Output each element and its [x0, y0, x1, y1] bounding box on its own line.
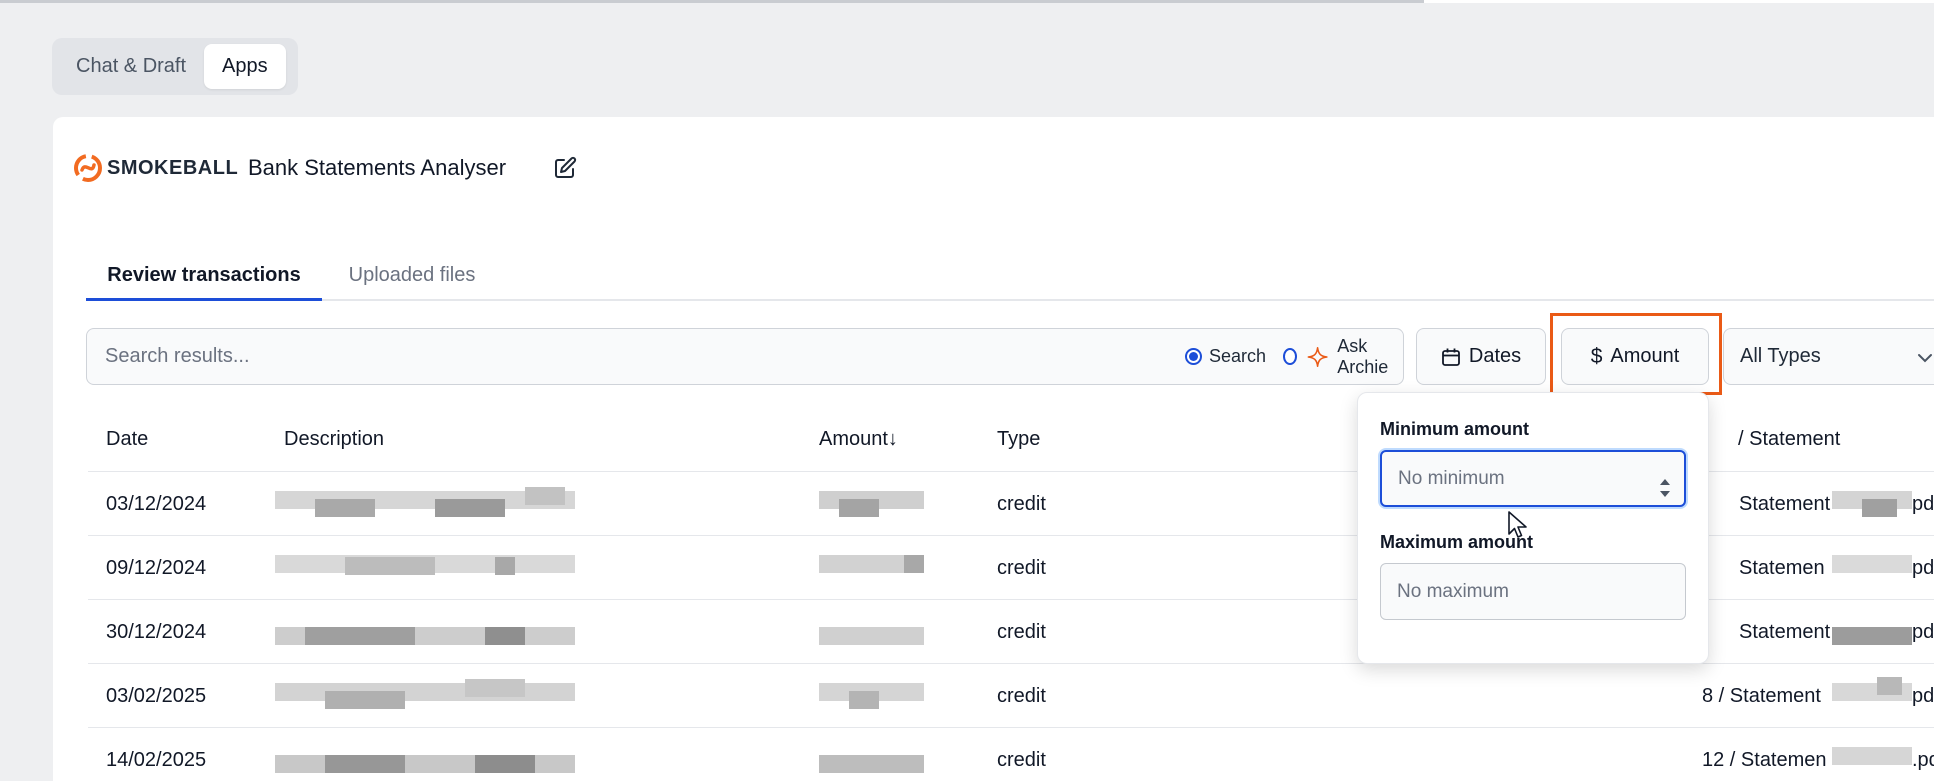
- header-type[interactable]: Type: [997, 407, 1040, 472]
- redacted-filename: [1832, 485, 1912, 523]
- redacted-filename: [1832, 549, 1912, 587]
- min-amount-label: Minimum amount: [1380, 419, 1529, 439]
- mouse-pointer-icon: [1508, 511, 1527, 538]
- redacted-description: [275, 485, 575, 523]
- search-mode-label: Search: [1209, 346, 1267, 366]
- redacted-filename: [1832, 677, 1912, 715]
- redacted-description: [275, 613, 575, 651]
- redacted-description: [275, 741, 575, 779]
- type-cell: credit: [997, 493, 1046, 515]
- statement-cell-suffix: pdf: [1912, 685, 1934, 707]
- redacted-amount: [819, 741, 924, 779]
- brand-wordmark: SMOKEBALL: [107, 156, 239, 179]
- ask-archie-label: Ask Archie: [1337, 335, 1389, 377]
- statement-cell-suffix: pdf: [1912, 621, 1934, 643]
- header-statement[interactable]: / Statement: [1738, 407, 1840, 472]
- date-cell: 09/12/2024: [106, 557, 207, 579]
- type-cell: credit: [997, 557, 1046, 579]
- redacted-description: [275, 677, 575, 715]
- calendar-icon: [1441, 348, 1460, 366]
- edit-icon[interactable]: [553, 156, 577, 180]
- tab-review-transactions[interactable]: Review transactions: [86, 253, 322, 301]
- redacted-filename: [1832, 741, 1912, 779]
- header-amount[interactable]: Amount↓: [819, 407, 898, 472]
- type-cell: credit: [997, 749, 1046, 771]
- table-row[interactable]: 14/02/2025 credit 12 / Statemen .pdf: [88, 728, 1934, 781]
- statement-cell-suffix: .pdf: [1912, 749, 1934, 771]
- dates-filter-button[interactable]: Dates: [1416, 328, 1546, 385]
- radio-unselected-icon: [1283, 348, 1298, 365]
- redacted-description: [275, 549, 575, 587]
- type-cell: credit: [997, 621, 1046, 643]
- statement-cell-prefix: 8 / Statement: [1702, 685, 1821, 707]
- date-cell: 30/12/2024: [106, 621, 207, 643]
- statement-cell-prefix: Statemen: [1739, 557, 1825, 579]
- statement-cell-suffix: pdf: [1912, 493, 1934, 515]
- search-mode-search[interactable]: Search: [1185, 329, 1266, 384]
- max-amount-input[interactable]: [1380, 563, 1686, 620]
- redacted-amount: [819, 613, 924, 651]
- statement-cell-prefix: Statement: [1739, 621, 1831, 643]
- page-title: Bank Statements Analyser: [248, 155, 507, 180]
- search-bar: Search Ask Archie: [86, 328, 1404, 385]
- search-input[interactable]: [87, 329, 1087, 384]
- table-row[interactable]: 03/02/2025 credit 8 / Statement pdf: [88, 664, 1934, 728]
- statement-cell-suffix: pdf: [1912, 557, 1934, 579]
- sparkle-icon: [1307, 346, 1328, 367]
- statement-cell-prefix: 12 / Statemen: [1702, 749, 1827, 771]
- radio-selected-icon: [1185, 348, 1202, 365]
- header-description[interactable]: Description: [284, 407, 384, 472]
- redacted-amount: [819, 677, 924, 715]
- min-amount-input[interactable]: [1380, 450, 1686, 507]
- type-cell: credit: [997, 685, 1046, 707]
- search-mode-ask-archie[interactable]: Ask Archie: [1283, 329, 1403, 384]
- redacted-amount: [819, 485, 924, 523]
- chevron-down-icon: [1918, 354, 1932, 363]
- redacted-filename: [1832, 613, 1912, 651]
- tab-apps[interactable]: Apps: [204, 44, 286, 89]
- date-cell: 14/02/2025: [106, 749, 207, 771]
- date-cell: 03/12/2024: [106, 493, 207, 515]
- tab-uploaded-files[interactable]: Uploaded files: [322, 253, 502, 301]
- brand-logo: SMOKEBALL: [73, 153, 238, 183]
- amount-filter-popover: Minimum amount Maximum amount: [1357, 392, 1709, 664]
- redacted-amount: [819, 549, 924, 587]
- header-date[interactable]: Date: [106, 407, 148, 472]
- window-top-border: [0, 0, 1934, 3]
- highlight-box: [1550, 313, 1722, 395]
- tab-chat-draft[interactable]: Chat & Draft: [58, 44, 204, 89]
- mode-switcher: Chat & Draft Apps: [52, 38, 298, 95]
- dates-label: Dates: [1468, 345, 1522, 367]
- type-select[interactable]: All Types: [1723, 328, 1934, 385]
- statement-cell-prefix: Statement: [1739, 493, 1831, 515]
- smokeball-logo-icon: [74, 154, 102, 182]
- type-select-value: All Types: [1740, 345, 1821, 367]
- date-cell: 03/02/2025: [106, 685, 207, 707]
- number-spinner-icon[interactable]: [1658, 476, 1672, 500]
